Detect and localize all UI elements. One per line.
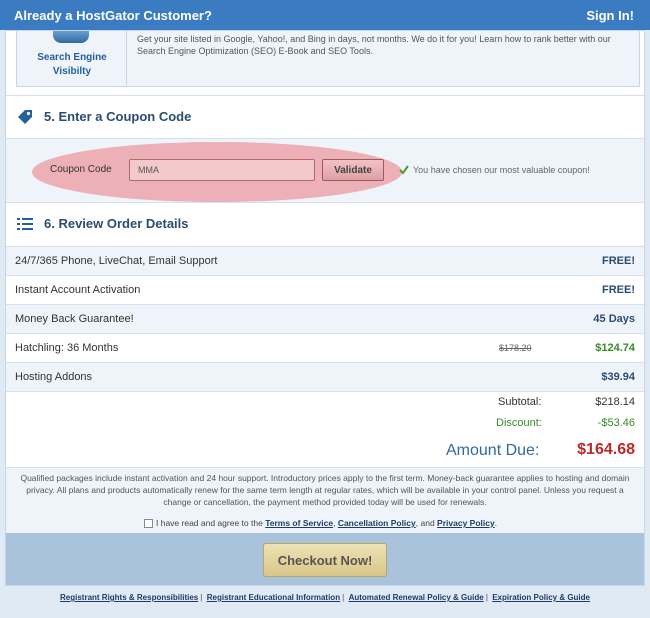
order-row: Hosting Addons $39.94	[6, 362, 644, 391]
order-item: Hosting Addons	[15, 371, 93, 383]
check-icon	[399, 165, 409, 175]
seo-addon: Search Engine Visibilty Get your site li…	[16, 31, 640, 87]
subtotal-value: $218.14	[595, 396, 635, 408]
coupon-status-message: You have chosen our most valuable coupon…	[413, 165, 590, 175]
customer-prompt: Already a HostGator Customer?	[14, 7, 212, 23]
privacy-policy-link[interactable]: Privacy Policy	[437, 518, 495, 528]
order-row: Instant Account Activation FREE!	[6, 275, 644, 304]
validate-button[interactable]: Validate	[322, 159, 384, 181]
terms-area: Qualified packages include instant activ…	[6, 467, 644, 533]
expiration-policy-link[interactable]: Expiration Policy & Guide	[490, 593, 592, 602]
order-row: Money Back Guarantee! 45 Days	[6, 304, 644, 333]
order-item: Money Back Guarantee!	[15, 313, 134, 325]
registrant-education-link[interactable]: Registrant Educational Information	[205, 593, 342, 602]
seo-label-line2: Visibilty	[52, 66, 92, 77]
discount-label: Discount:	[496, 417, 542, 429]
order-row: 24/7/365 Phone, LiveChat, Email Support …	[6, 246, 644, 275]
coupon-section-title: 5. Enter a Coupon Code	[44, 109, 192, 124]
order-price: 45 Days	[593, 313, 635, 325]
coupon-code-label: Coupon Code	[50, 164, 112, 175]
order-item: 24/7/365 Phone, LiveChat, Email Support	[15, 255, 218, 267]
disclaimer-text: Qualified packages include instant activ…	[20, 473, 630, 507]
amount-due-value: $164.68	[577, 441, 635, 458]
original-price: $178.20	[499, 343, 532, 353]
coupon-section-header: 5. Enter a Coupon Code	[6, 95, 644, 137]
checkout-button[interactable]: Checkout Now!	[263, 543, 387, 577]
registrant-rights-link[interactable]: Registrant Rights & Responsibilities	[58, 593, 200, 602]
auto-renewal-policy-link[interactable]: Automated Renewal Policy & Guide	[347, 593, 486, 602]
agree-checkbox[interactable]	[144, 518, 153, 528]
agree-end: .	[494, 518, 498, 528]
order-row: Hatchling: 36 Months $178.20 $124.74	[6, 333, 644, 362]
seo-description: Get your site listed in Google, Yahoo!, …	[137, 34, 611, 56]
sign-in-link[interactable]: Sign In!	[586, 8, 634, 23]
seo-image	[53, 31, 89, 43]
seo-label-line1: Search Engine	[37, 52, 107, 63]
order-price: FREE!	[602, 255, 635, 267]
top-bar: Already a HostGator Customer? Sign In!	[0, 0, 650, 30]
discount-value: -$53.46	[597, 417, 635, 429]
review-section-title: 6. Review Order Details	[44, 216, 189, 231]
list-icon	[17, 218, 33, 230]
cancellation-policy-link[interactable]: Cancellation Policy	[338, 518, 416, 528]
tag-icon	[18, 110, 32, 124]
order-panel: Search Engine Visibilty Get your site li…	[5, 30, 645, 586]
checkout-area: Checkout Now!	[6, 533, 644, 585]
order-price: $39.94	[601, 371, 635, 383]
review-section-header: 6. Review Order Details	[6, 202, 644, 244]
agree-row: I have read and agree to the Terms of Se…	[144, 518, 497, 528]
coupon-code-input[interactable]: MMA	[129, 159, 315, 181]
order-price: FREE!	[602, 284, 635, 296]
order-item: Instant Account Activation	[15, 284, 141, 296]
footer-links: Registrant Rights & Responsibilities | Re…	[58, 593, 592, 602]
amount-due-label: Amount Due:	[446, 442, 540, 459]
agree-prefix: I have read and agree to the	[156, 518, 263, 528]
order-price: $124.74	[595, 342, 635, 354]
order-item: Hatchling: 36 Months	[15, 342, 119, 354]
coupon-row: Coupon Code MMA Validate You have chosen…	[6, 138, 644, 202]
totals: Subtotal: $218.14 Discount: -$53.46 Amou…	[6, 391, 644, 467]
subtotal-label: Subtotal:	[498, 396, 542, 408]
agree-and: , and	[415, 518, 435, 528]
terms-of-service-link[interactable]: Terms of Service	[265, 518, 333, 528]
seo-box: Search Engine Visibilty	[17, 31, 127, 85]
